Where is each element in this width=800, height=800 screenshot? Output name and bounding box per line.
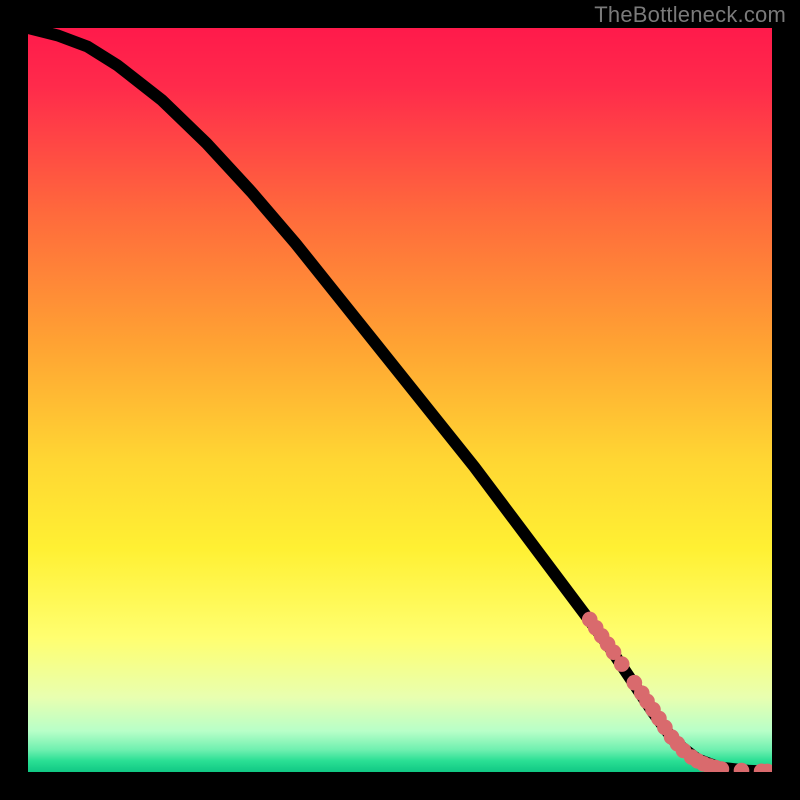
data-marker — [614, 656, 630, 672]
chart-plot-area — [28, 28, 772, 772]
attribution-label: TheBottleneck.com — [594, 2, 786, 28]
root-container: TheBottleneck.com — [0, 0, 800, 800]
chart-background — [28, 28, 772, 772]
chart-svg — [28, 28, 772, 772]
